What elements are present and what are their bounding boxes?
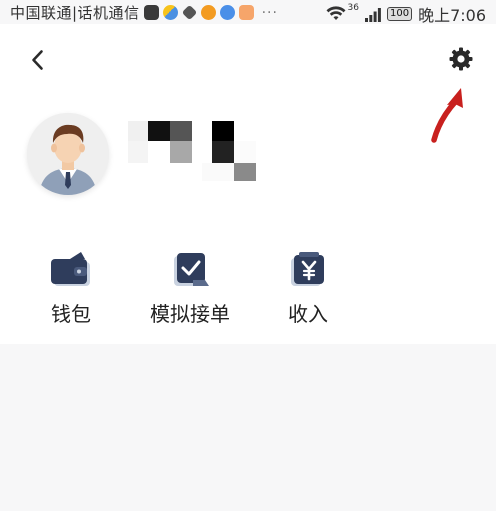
wallet-label: 钱包 — [51, 302, 91, 326]
red-arrow-annotation — [425, 85, 467, 143]
mock-order-label: 模拟接单 — [150, 302, 230, 326]
carrier-label: 中国联通|话机通信 — [10, 4, 140, 22]
status-time: 晚上7:06 — [418, 6, 486, 25]
voip-app-icon — [143, 5, 159, 20]
battery-indicator: 100 — [386, 7, 413, 21]
income-label: 收入 — [288, 302, 328, 326]
gear-icon[interactable] — [448, 46, 474, 72]
app-screen: 中国联通|话机通信 ··· 36 100 晚上7:06 钱包 模拟接单 收入 — [0, 0, 496, 511]
status-right: 36 100 晚上7:06 — [326, 2, 486, 26]
hex-app-icon — [181, 4, 197, 21]
wallet-button[interactable]: 钱包 — [21, 250, 121, 330]
wifi-icon — [326, 6, 346, 22]
avatar[interactable] — [27, 113, 109, 195]
status-bar: 中国联通|话机通信 ··· 36 100 晚上7:06 — [0, 0, 496, 26]
wallet-icon — [48, 250, 94, 290]
peach-app-icon — [238, 5, 254, 20]
status-left: 中国联通|话机通信 ··· — [10, 2, 278, 23]
mock-order-button[interactable]: 模拟接单 — [140, 250, 240, 330]
more-notifications-icon: ··· — [261, 4, 278, 21]
income-button[interactable]: 收入 — [258, 250, 358, 330]
content-area — [0, 344, 496, 511]
signal-icon — [364, 7, 381, 22]
quick-actions: 钱包 模拟接单 收入 — [0, 250, 496, 330]
mock-order-icon — [167, 250, 213, 290]
username-redacted — [128, 121, 256, 185]
network-type-label: 36 — [347, 3, 359, 13]
income-yen-icon — [285, 250, 331, 290]
blue-app-icon — [219, 5, 235, 20]
multicolor-app-icon — [162, 5, 178, 20]
chevron-left-icon[interactable] — [26, 48, 50, 72]
orange-app-icon — [200, 5, 216, 20]
